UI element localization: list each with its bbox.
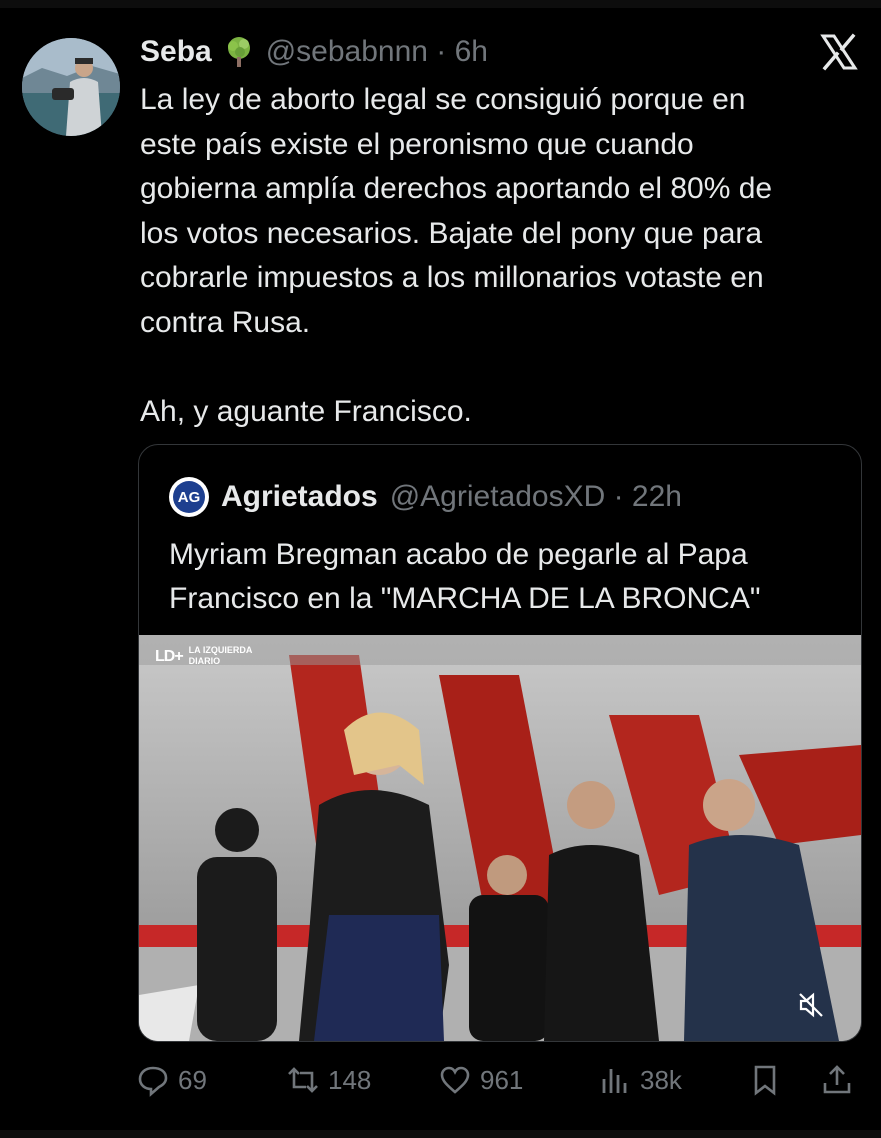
author-name[interactable]: Seba xyxy=(140,35,212,69)
action-bar: 69 148 961 38k xyxy=(136,1060,860,1100)
views-icon xyxy=(602,1069,627,1093)
repost-icon xyxy=(288,1067,318,1093)
avatar-photo xyxy=(22,38,120,136)
reply-button[interactable]: 69 xyxy=(136,1060,207,1100)
tree-icon xyxy=(227,37,250,67)
video-watermark: LD+ LA IZQUIERDA DIARIO xyxy=(155,645,252,667)
views-count: 38k xyxy=(640,1064,682,1095)
x-logo-icon xyxy=(820,33,858,71)
quoted-author-name[interactable]: Agrietados xyxy=(221,480,378,514)
bottom-divider xyxy=(0,1130,881,1138)
reply-icon xyxy=(138,1066,168,1097)
watermark-mark: LD+ xyxy=(155,647,184,665)
tweet-text: La ley de aborto legal se consiguió porq… xyxy=(140,83,773,428)
like-button[interactable]: 961 xyxy=(438,1060,523,1100)
bookmark-icon xyxy=(754,1065,776,1096)
quoted-tweet[interactable]: AG Agrietados @AgrietadosXD · 22h Myriam… xyxy=(138,444,862,1042)
repost-count: 148 xyxy=(328,1064,372,1095)
video-player[interactable]: LD+ LA IZQUIERDA DIARIO xyxy=(139,635,861,1041)
quoted-header: AG Agrietados @AgrietadosXD · 22h xyxy=(169,477,682,517)
heart-icon xyxy=(440,1066,470,1094)
share-icon xyxy=(823,1065,851,1094)
tweet-header: Seba @sebabnnn · 6h xyxy=(140,32,488,72)
like-count: 961 xyxy=(480,1064,524,1095)
quoted-text: Myriam Bregman acabo de pegarle al Papa … xyxy=(169,538,761,615)
quoted-avatar[interactable]: AG xyxy=(169,477,209,517)
top-divider xyxy=(0,0,881,8)
repost-button[interactable]: 148 xyxy=(286,1060,371,1100)
share-button[interactable] xyxy=(820,1060,854,1100)
watermark-line1: LA IZQUIERDA xyxy=(188,645,253,655)
quoted-handle-time[interactable]: @AgrietadosXD · 22h xyxy=(390,480,682,514)
bookmark-button[interactable] xyxy=(748,1060,782,1100)
views-button[interactable]: 38k xyxy=(598,1060,682,1100)
mute-icon[interactable] xyxy=(797,991,825,1019)
reply-count: 69 xyxy=(178,1064,207,1095)
avatar[interactable] xyxy=(22,38,120,136)
watermark-line2: DIARIO xyxy=(188,656,221,666)
video-frame xyxy=(139,635,861,1041)
author-handle-time[interactable]: @sebabnnn · 6h xyxy=(266,35,488,69)
quoted-logo-text: AG xyxy=(173,481,205,513)
